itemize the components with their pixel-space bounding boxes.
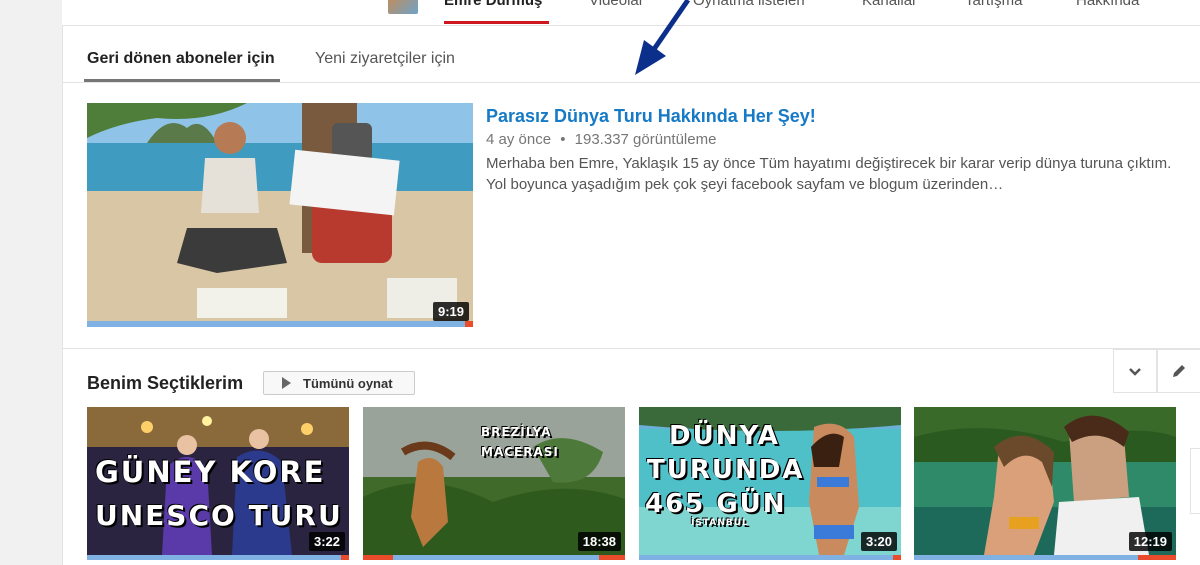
thumbnail-overlay-text: BREZİLYA (481, 425, 552, 439)
nav-tab-about[interactable]: Hakkında (1076, 0, 1139, 9)
play-icon (282, 377, 291, 389)
collapse-button[interactable] (1113, 349, 1157, 393)
video-views: 193.337 görüntüleme (574, 131, 717, 148)
arrow-icon (635, 0, 691, 75)
video-duration: 12:19 (1128, 532, 1172, 551)
video-thumbnail-4[interactable]: 12:19 (914, 407, 1176, 555)
nav-tab-channels[interactable]: Kanallar (862, 0, 917, 9)
carousel-next-button[interactable] (1190, 448, 1200, 514)
video-duration: 3:22 (308, 532, 345, 551)
watch-progress (363, 555, 625, 560)
video-duration: 3:20 (860, 532, 897, 551)
video-thumbnail-2[interactable]: BREZİLYA MACERASI 18:38 (363, 407, 625, 555)
thumbnail-overlay-text: DÜNYA (669, 421, 780, 451)
active-tab-indicator (444, 21, 549, 24)
pencil-icon (1173, 365, 1185, 377)
play-all-button[interactable]: Tümünü oynat (263, 371, 415, 395)
featured-video-thumbnail[interactable]: 9:19 (87, 103, 473, 327)
edit-button[interactable] (1157, 349, 1200, 393)
subtab-indicator (84, 79, 280, 82)
watch-progress (639, 555, 901, 560)
thumbnail-overlay-text: MACERASI (481, 445, 559, 459)
nav-tab-discussion[interactable]: Tartışma (965, 0, 1023, 9)
thumbnail-overlay-text: GÜNEY KORE (95, 455, 326, 489)
featured-watch-progress (87, 321, 473, 327)
featured-video-meta: 4 ay önce • 193.337 görüntüleme (486, 131, 716, 148)
thumbnail-overlay-text: TURUNDA (647, 455, 805, 485)
featured-video-description: Merhaba ben Emre, Yaklaşık 15 ay önce Tü… (486, 155, 1172, 193)
video-duration: 9:19 (432, 302, 469, 321)
watch-progress (914, 555, 1176, 560)
video-duration: 18:38 (577, 532, 621, 551)
video-age: 4 ay önce (486, 131, 552, 148)
meta-separator: • (560, 131, 566, 148)
thumbnail-overlay-text: UNESCO TURU (95, 499, 343, 532)
playlist-section: Benim Seçtiklerim Tümünü oynat GÜNEY KOR… (62, 348, 1200, 565)
watch-progress (87, 555, 349, 560)
channel-avatar[interactable] (388, 0, 418, 14)
tab-returning-subscribers[interactable]: Geri dönen aboneler için (87, 50, 275, 68)
thumbnail-overlay-text: İSTANBUL (691, 518, 749, 528)
featured-video-title[interactable]: Parasız Dünya Turu Hakkında Her Şey! (486, 106, 816, 127)
chevron-down-icon (1129, 368, 1141, 376)
thumbnail-overlay-text: 465 GÜN (645, 489, 787, 519)
tab-new-visitors[interactable]: Yeni ziyaretçiler için (315, 50, 455, 68)
video-thumbnail-1[interactable]: GÜNEY KORE UNESCO TURU 3:22 (87, 407, 349, 555)
featured-thumbnail-image (87, 103, 473, 327)
section-title: Benim Seçtiklerim (87, 373, 244, 393)
play-all-label: Tümünü oynat (303, 375, 393, 391)
video-thumbnail-3[interactable]: DÜNYA TURUNDA 465 GÜN İSTANBUL 3:20 (639, 407, 901, 555)
nav-tab-home[interactable]: Emre Durmuş (444, 0, 542, 9)
